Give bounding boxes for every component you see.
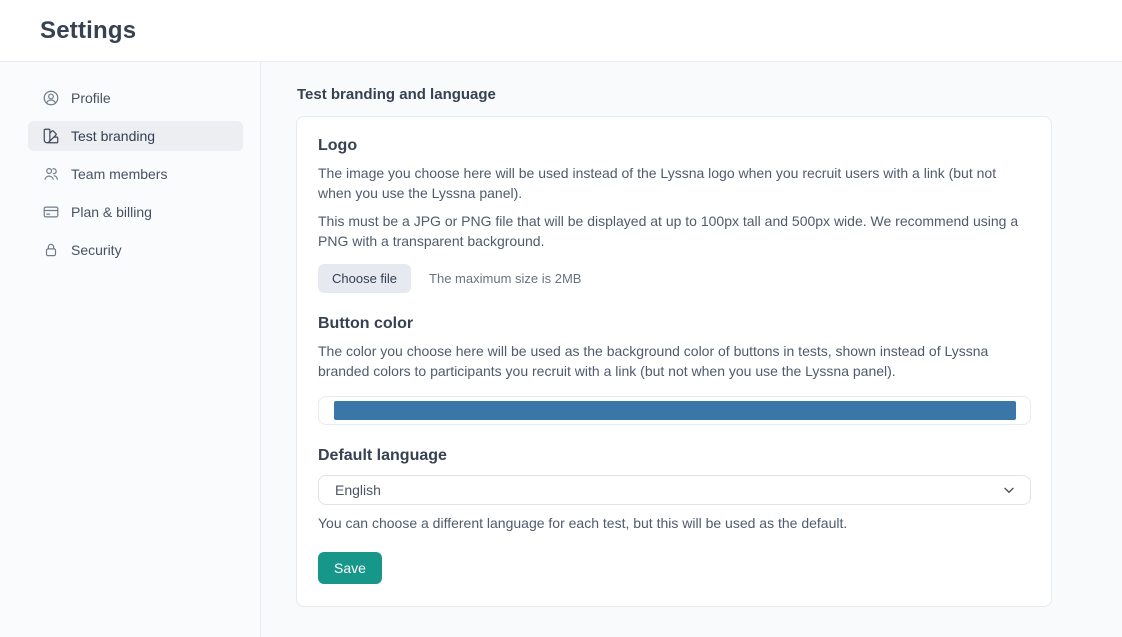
sidebar-item-label: Profile [71, 90, 111, 106]
user-circle-icon [42, 89, 60, 107]
sidebar-item-team-members[interactable]: Team members [28, 159, 243, 189]
settings-sidebar: Profile Test branding Team members Plan … [0, 62, 261, 637]
users-icon [42, 165, 60, 183]
default-language-select[interactable]: English [318, 475, 1031, 505]
sidebar-item-label: Plan & billing [71, 204, 152, 220]
choose-file-button[interactable]: Choose file [318, 264, 411, 293]
button-color-description: The color you choose here will be used a… [318, 342, 1030, 381]
logo-description-1: The image you choose here will be used i… [318, 164, 1030, 203]
button-color-swatch [334, 401, 1016, 420]
chevron-down-icon [1001, 482, 1017, 498]
sidebar-item-label: Security [71, 242, 122, 258]
save-button[interactable]: Save [318, 552, 382, 584]
sidebar-item-plan-billing[interactable]: Plan & billing [28, 197, 243, 227]
credit-card-icon [42, 203, 60, 221]
branding-card: Logo The image you choose here will be u… [296, 116, 1052, 607]
sidebar-item-test-branding[interactable]: Test branding [28, 121, 243, 151]
sidebar-item-security[interactable]: Security [28, 235, 243, 265]
sidebar-item-profile[interactable]: Profile [28, 83, 243, 113]
app-header: Settings [0, 0, 1122, 62]
button-color-heading: Button color [318, 315, 1030, 333]
page-title: Settings [40, 17, 136, 45]
main-content: Test branding and language Logo The imag… [261, 62, 1122, 637]
swatch-icon [42, 127, 60, 145]
sidebar-item-label: Test branding [71, 128, 155, 144]
default-language-heading: Default language [318, 447, 1030, 465]
language-helper-text: You can choose a different language for … [318, 514, 1030, 534]
section-title: Test branding and language [297, 86, 1088, 103]
selected-language-value: English [335, 482, 1001, 498]
logo-description-2: This must be a JPG or PNG file that will… [318, 212, 1030, 251]
max-size-note: The maximum size is 2MB [429, 271, 581, 286]
logo-upload-row: Choose file The maximum size is 2MB [318, 264, 1030, 293]
logo-heading: Logo [318, 137, 1030, 155]
layout: Profile Test branding Team members Plan … [0, 62, 1122, 637]
lock-icon [42, 241, 60, 259]
sidebar-item-label: Team members [71, 166, 167, 182]
button-color-input[interactable] [318, 396, 1031, 425]
